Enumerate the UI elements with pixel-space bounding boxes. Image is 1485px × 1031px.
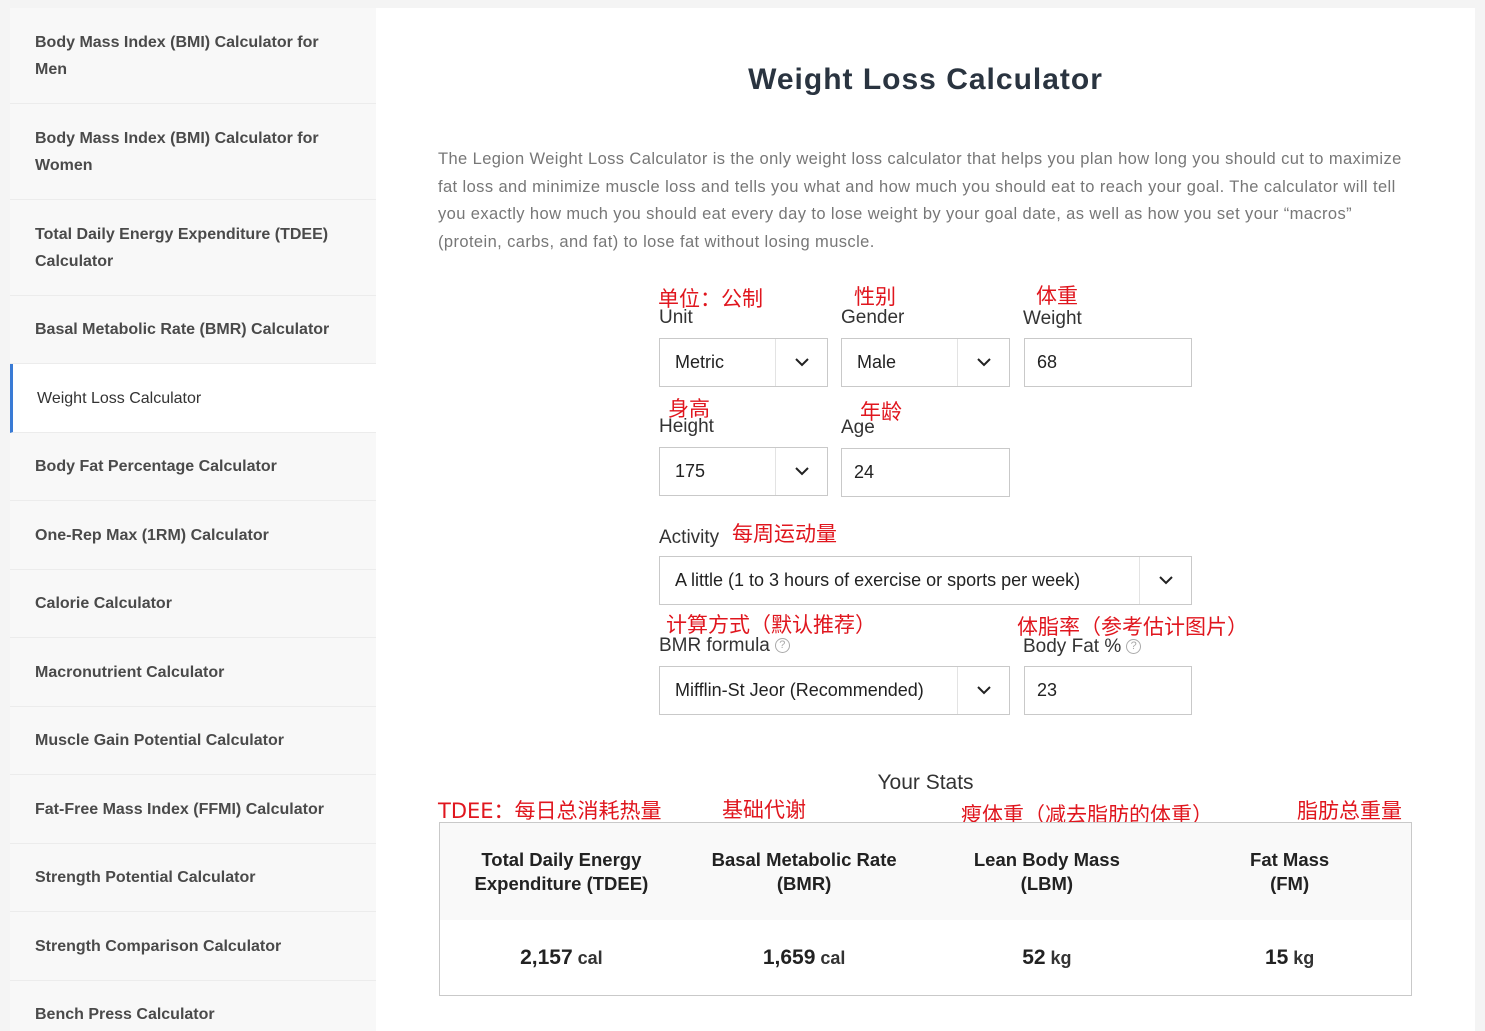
sidebar-item-bmr[interactable]: Basal Metabolic Rate (BMR) Calculator xyxy=(10,296,376,364)
gender-label: Gender xyxy=(841,307,905,328)
stat-number: 1,659 xyxy=(762,946,816,969)
stat-number: 2,157 xyxy=(520,946,573,969)
height-select[interactable]: 175 xyxy=(659,447,828,496)
sidebar-item-label: Strength Comparison Calculator xyxy=(35,937,282,955)
activity-select[interactable]: A little (1 to 3 hours of exercise or sp… xyxy=(659,556,1192,605)
sidebar-item-weight-loss[interactable]: Weight Loss Calculator xyxy=(10,364,376,433)
annotation-tdee: TDEE：每日总消耗热量 xyxy=(438,799,662,823)
body-fat-input-value: 23 xyxy=(1037,680,1058,700)
sidebar-item-label: Body Fat Percentage Calculator xyxy=(35,458,277,475)
stats-value-fm: 15 kg xyxy=(1168,920,1411,996)
sidebar-nav: Body Mass Index (BMI) Calculator for Men… xyxy=(10,8,376,1031)
stats-value-lbm: 52 kg xyxy=(926,920,1169,996)
chevron-down-icon xyxy=(1139,557,1191,604)
stats-header-bmr: Basal Metabolic Rate (BMR) xyxy=(683,823,926,920)
gender-select-value: Male xyxy=(857,352,897,372)
stat-number: 15 xyxy=(1264,946,1289,969)
bmr-formula-select-value: Mifflin-St Jeor (Recommended) xyxy=(675,680,924,700)
bmr-formula-label: BMR formula? xyxy=(659,635,790,657)
bmr-formula-label-text: BMR formula xyxy=(659,635,770,656)
stats-header-line: (BMR) xyxy=(776,872,832,894)
annotation-activity: 每周运动量 xyxy=(732,522,837,546)
stats-header-line: (LBM) xyxy=(1020,872,1074,894)
help-icon[interactable]: ? xyxy=(774,638,790,654)
sidebar-item-ffmi[interactable]: Fat-Free Mass Index (FFMI) Calculator xyxy=(10,775,376,844)
stats-title: Your Stats xyxy=(877,771,974,794)
annotation-weight: 体重 xyxy=(1036,284,1078,308)
stats-header-line: Lean Body Mass xyxy=(973,848,1120,870)
activity-label: Activity xyxy=(659,527,720,548)
stats-header-line: Basal Metabolic Rate xyxy=(711,848,897,870)
sidebar-item-label: Macronutrient Calculator xyxy=(35,663,225,681)
sidebar-item-bench-press[interactable]: Bench Press Calculator xyxy=(10,981,376,1031)
sidebar-item-label: Bench Press Calculator xyxy=(35,1006,215,1023)
stats-value-bmr: 1,659 cal xyxy=(683,920,926,996)
sidebar-item-bmi-women[interactable]: Body Mass Index (BMI) Calculator for Wom… xyxy=(10,104,376,200)
stat-unit: kg xyxy=(1293,947,1315,968)
sidebar-item-label: Strength Potential Calculator xyxy=(35,869,256,886)
chevron-down-icon xyxy=(775,339,827,386)
sidebar-item-label: Weight Loss Calculator xyxy=(37,389,202,407)
unit-select[interactable]: Metric xyxy=(659,338,828,387)
stats-header-line: Fat Mass xyxy=(1250,848,1330,870)
stats-table: Total Daily Energy Expenditure (TDEE) Bas… xyxy=(439,822,1412,996)
help-icon[interactable]: ? xyxy=(1126,639,1142,655)
body-fat-input[interactable]: 23 xyxy=(1024,666,1192,715)
stats-header-fm: Fat Mass (FM) xyxy=(1168,823,1411,920)
sidebar-item-label: Body Mass Index (BMI) Calculator for Wom… xyxy=(35,129,319,174)
age-label: Age xyxy=(841,417,875,438)
intro-paragraph: The Legion Weight Loss Calculator is the… xyxy=(438,150,1402,252)
stats-header-line: Total Daily Energy xyxy=(481,848,642,870)
gender-select[interactable]: Male xyxy=(841,338,1010,387)
sidebar-item-label: Body Mass Index (BMI) Calculator for Men xyxy=(35,33,319,78)
body-fat-label-text: Body Fat % xyxy=(1023,636,1122,657)
stats-header-line: (FM) xyxy=(1270,872,1310,894)
chevron-down-icon xyxy=(957,667,1009,714)
sidebar-item-body-fat[interactable]: Body Fat Percentage Calculator xyxy=(10,433,376,501)
stat-unit: cal xyxy=(577,947,603,968)
stats-values-row: 2,157 cal 1,659 cal 52 kg 15 kg xyxy=(440,920,1411,996)
sidebar-item-label: One-Rep Max (1RM) Calculator xyxy=(35,526,269,544)
sidebar-item-strength-potential[interactable]: Strength Potential Calculator xyxy=(10,844,376,912)
unit-select-value: Metric xyxy=(675,352,724,372)
stats-header-line: Expenditure (TDEE) xyxy=(474,872,649,894)
sidebar-item-label: Total Daily Energy Expenditure (TDEE) Ca… xyxy=(35,225,329,270)
stat-number: 52 xyxy=(1022,946,1046,969)
annotation-bmr: 基础代谢 xyxy=(722,798,806,822)
unit-label: Unit xyxy=(659,307,693,328)
page-title: Weight Loss Calculator xyxy=(748,63,1103,96)
bmr-formula-select[interactable]: Mifflin-St Jeor (Recommended) xyxy=(659,666,1010,715)
sidebar-item-1rm[interactable]: One-Rep Max (1RM) Calculator xyxy=(10,501,376,570)
activity-select-value: A little (1 to 3 hours of exercise or sp… xyxy=(675,570,1081,590)
height-select-value: 175 xyxy=(675,461,706,481)
stats-header-row: Total Daily Energy Expenditure (TDEE) Bas… xyxy=(440,823,1411,920)
weight-input-value: 68 xyxy=(1037,352,1058,372)
sidebar-item-macronutrient[interactable]: Macronutrient Calculator xyxy=(10,638,376,707)
sidebar-item-label: Muscle Gain Potential Calculator xyxy=(35,732,284,749)
weight-input[interactable]: 68 xyxy=(1024,338,1192,387)
stat-unit: cal xyxy=(820,947,846,968)
chevron-down-icon xyxy=(957,339,1009,386)
sidebar-item-label: Fat-Free Mass Index (FFMI) Calculator xyxy=(35,800,324,818)
weight-label: Weight xyxy=(1023,308,1082,329)
body-fat-label: Body Fat %? xyxy=(1023,636,1142,658)
stat-unit: kg xyxy=(1050,947,1072,968)
stats-header-lbm: Lean Body Mass (LBM) xyxy=(926,823,1169,920)
age-input-value: 24 xyxy=(854,462,875,482)
sidebar-item-label: Calorie Calculator xyxy=(35,595,172,612)
annotation-fm: 脂肪总重量 xyxy=(1297,799,1402,823)
sidebar-item-muscle-gain[interactable]: Muscle Gain Potential Calculator xyxy=(10,707,376,775)
sidebar-item-bmi-men[interactable]: Body Mass Index (BMI) Calculator for Men xyxy=(10,8,376,104)
sidebar-item-strength-comparison[interactable]: Strength Comparison Calculator xyxy=(10,912,376,981)
height-label: Height xyxy=(659,416,714,437)
age-input[interactable]: 24 xyxy=(841,448,1010,497)
stats-value-tdee: 2,157 cal xyxy=(440,920,683,996)
chevron-down-icon xyxy=(775,448,827,495)
main-content: Weight Loss Calculator The Legion Weight… xyxy=(376,8,1475,1031)
sidebar-item-label: Basal Metabolic Rate (BMR) Calculator xyxy=(35,321,330,338)
stats-header-tdee: Total Daily Energy Expenditure (TDEE) xyxy=(440,823,683,920)
sidebar-item-tdee[interactable]: Total Daily Energy Expenditure (TDEE) Ca… xyxy=(10,200,376,296)
sidebar-item-calorie[interactable]: Calorie Calculator xyxy=(10,570,376,638)
